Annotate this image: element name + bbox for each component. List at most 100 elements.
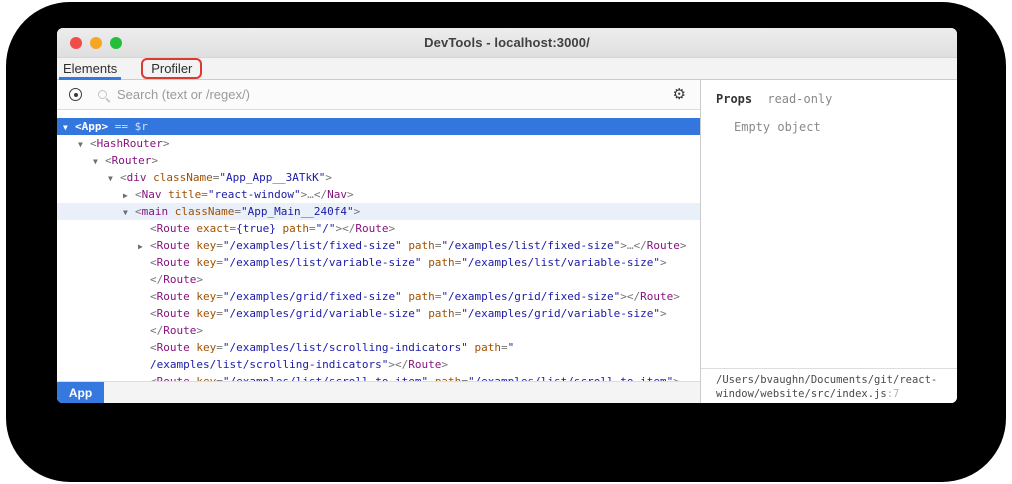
tree-row-segment: "/examples/list/variable-size" xyxy=(461,256,660,269)
tree-row-segment: path xyxy=(475,341,502,354)
expand-caret-icon[interactable]: ▼ xyxy=(93,153,105,170)
tree-row[interactable]: <Route key="/examples/grid/fixed-size" p… xyxy=(57,288,700,305)
inspect-element-icon[interactable] xyxy=(69,88,82,101)
devtools-window: DevTools - localhost:3000/ Elements Prof… xyxy=(57,28,957,403)
tree-row-segment: Nav xyxy=(142,188,162,201)
props-pane-spacer xyxy=(701,134,957,368)
props-empty-object: Empty object xyxy=(734,120,957,134)
search-icon xyxy=(98,90,107,99)
tree-row-segment: = xyxy=(216,290,223,303)
source-location[interactable]: /Users/bvaughn/Documents/git/react-windo… xyxy=(701,368,957,403)
tree-row-segment: "/examples/list/variable-size" xyxy=(223,256,422,269)
tree-row[interactable]: </Route> xyxy=(57,271,700,288)
tree-row[interactable]: <Route key="/examples/grid/variable-size… xyxy=(57,305,700,322)
tree-row-segment: exact xyxy=(196,222,229,235)
expand-caret-icon[interactable]: ▼ xyxy=(63,119,75,136)
screenshot-stage: DevTools - localhost:3000/ Elements Prof… xyxy=(0,0,1012,484)
tree-row-segment: Nav xyxy=(327,188,347,201)
minimize-window-button[interactable] xyxy=(90,37,102,49)
tree-row-segment: = xyxy=(216,341,223,354)
tree-row-segment: key xyxy=(196,290,216,303)
tree-row[interactable]: <Route key="/examples/list/scrolling-ind… xyxy=(57,339,700,356)
props-readonly-label: read-only xyxy=(767,92,832,106)
tree-row-segment: = xyxy=(216,256,223,269)
traffic-lights xyxy=(70,28,122,57)
expand-caret-icon[interactable]: ▶ xyxy=(123,187,135,204)
tree-row-segment: > xyxy=(354,205,361,218)
tree-row-segment: key xyxy=(196,341,216,354)
tree-row-segment: > xyxy=(620,290,627,303)
tree-row-segment: "/examples/list/fixed-size" xyxy=(441,239,620,252)
tree-row-segment: key xyxy=(196,239,216,252)
tree-row-segment: Route xyxy=(163,324,196,337)
tree-row-segment: < xyxy=(150,341,157,354)
tree-row-segment: "/examples/list/fixed-size" xyxy=(223,239,402,252)
tree-row-segment: "App_Main__240f4" xyxy=(241,205,354,218)
tree-row-segment: className xyxy=(175,205,235,218)
tab-elements-label: Elements xyxy=(63,61,117,76)
tree-row-segment: < xyxy=(120,171,127,184)
tree-row-segment: </ xyxy=(634,239,647,252)
breadcrumb-selected-component[interactable]: App xyxy=(57,382,104,403)
tree-row-segment: path xyxy=(428,307,455,320)
tree-row-segment: > xyxy=(151,154,158,167)
tab-profiler[interactable]: Profiler xyxy=(151,61,192,76)
tree-row[interactable]: <Route key="/examples/list/scroll-to-ite… xyxy=(57,373,700,381)
tree-row-segment: == $r xyxy=(108,120,148,133)
tree-row[interactable]: ▼<App> == $r xyxy=(57,118,700,135)
tree-row-segment: </ xyxy=(150,324,163,337)
tree-row[interactable]: </Route> xyxy=(57,322,700,339)
props-title: Props xyxy=(716,92,752,106)
tree-row-segment: main xyxy=(142,205,169,218)
source-line-number: :7 xyxy=(887,388,900,400)
expand-caret-icon[interactable]: ▼ xyxy=(123,204,135,221)
tree-row-segment: > xyxy=(441,358,448,371)
tree-row-segment: < xyxy=(150,290,157,303)
search-input[interactable] xyxy=(117,87,663,102)
tree-row[interactable]: ▶<Route key="/examples/list/fixed-size" … xyxy=(57,237,700,254)
tree-row-segment: </ xyxy=(342,222,355,235)
tree-row[interactable]: /examples/list/scrolling-indicators"></R… xyxy=(57,356,700,373)
tree-row-segment: Route xyxy=(157,341,190,354)
expand-caret-icon[interactable]: ▼ xyxy=(78,136,90,153)
elements-pane: ⚙ ▼<App> == $r▼<HashRouter>▼<Router>▼<di… xyxy=(57,80,700,403)
tree-row-segment: < xyxy=(90,137,97,150)
close-window-button[interactable] xyxy=(70,37,82,49)
expand-caret-icon[interactable]: ▼ xyxy=(108,170,120,187)
tree-row-segment: > xyxy=(196,273,203,286)
tab-elements[interactable]: Elements xyxy=(59,58,121,79)
tree-row-segment: < xyxy=(150,256,157,269)
tree-row-segment: "/examples/grid/variable-size" xyxy=(461,307,660,320)
tree-row[interactable]: ▼<HashRouter> xyxy=(57,135,700,152)
props-section: Props read-only Empty object xyxy=(701,80,957,134)
tree-row-segment: > xyxy=(620,239,627,252)
gear-icon[interactable]: ⚙ xyxy=(673,87,686,102)
tree-row-segment xyxy=(468,341,475,354)
expand-caret-icon[interactable]: ▶ xyxy=(138,238,150,255)
tree-row-segment: Route xyxy=(163,273,196,286)
tree-row-segment: /examples/list/scrolling-indicators" xyxy=(150,358,388,371)
source-path-line1: /Users/bvaughn/Documents/git/react- xyxy=(716,374,937,386)
tree-row-segment: "/examples/grid/variable-size" xyxy=(223,307,422,320)
tree-row-segment xyxy=(168,205,175,218)
tree-row[interactable]: <Route key="/examples/list/variable-size… xyxy=(57,254,700,271)
tree-row-segment: > xyxy=(673,290,680,303)
tree-row[interactable]: ▼<main className="App_Main__240f4"> xyxy=(57,203,700,220)
tree-row[interactable]: ▼<div className="App_App__3ATkK"> xyxy=(57,169,700,186)
tree-row-segment: " xyxy=(508,341,515,354)
tab-profiler-label: Profiler xyxy=(151,61,192,76)
tree-row-segment: < xyxy=(135,205,142,218)
tree-row-segment: < xyxy=(135,188,142,201)
tree-row-segment: < xyxy=(105,154,112,167)
title-bar[interactable]: DevTools - localhost:3000/ xyxy=(57,28,957,58)
tree-row[interactable]: ▶<Nav title="react-window">…</Nav> xyxy=(57,186,700,203)
tree-row[interactable]: <Route exact={true} path="/"></Route> xyxy=(57,220,700,237)
tree-row-segment: = xyxy=(216,239,223,252)
tree-row-segment: > xyxy=(196,324,203,337)
tree-row-segment: Router xyxy=(112,154,152,167)
tree-row[interactable]: ▼<Router> xyxy=(57,152,700,169)
component-tree[interactable]: ▼<App> == $r▼<HashRouter>▼<Router>▼<div … xyxy=(57,110,700,381)
tree-row-segment: < xyxy=(150,307,157,320)
tree-row-segment: key xyxy=(196,307,216,320)
zoom-window-button[interactable] xyxy=(110,37,122,49)
